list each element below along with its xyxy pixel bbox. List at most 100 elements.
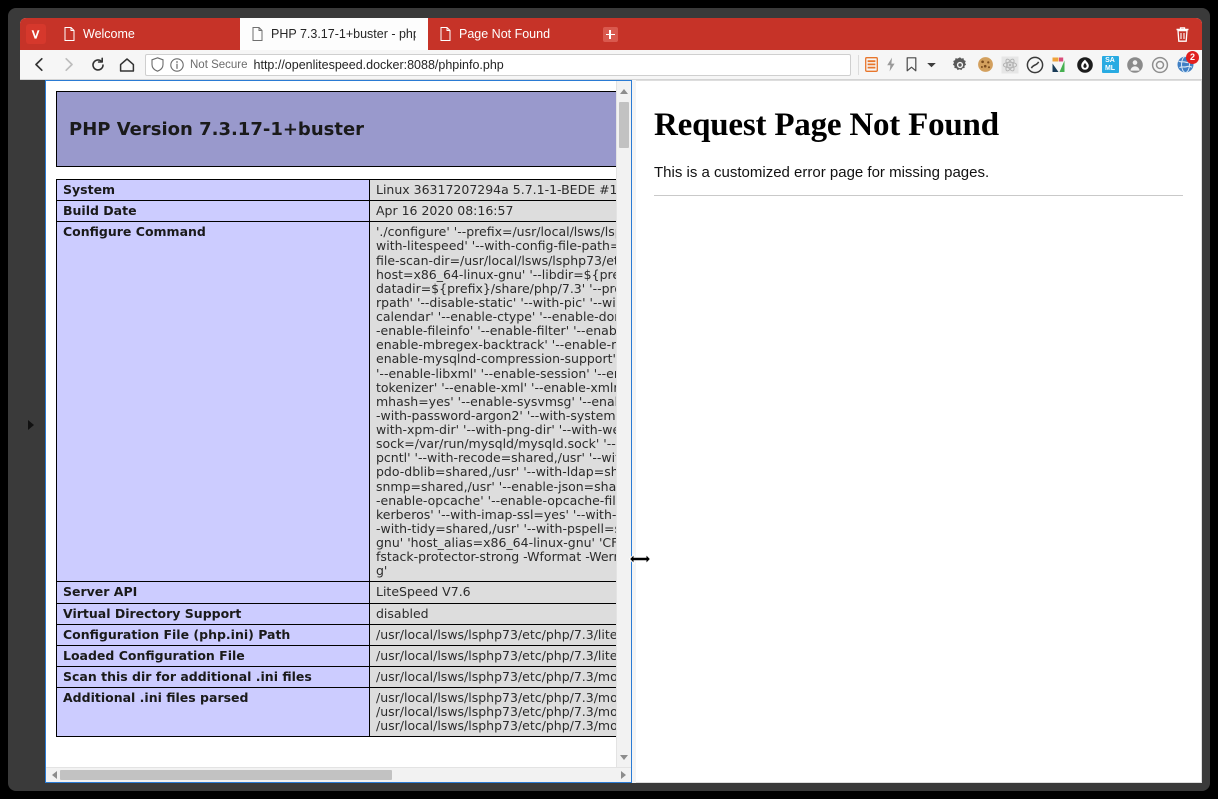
page-tile-error[interactable]: Request Page Not Found This is a customi… (636, 80, 1202, 783)
saml-icon: SA ML (1102, 56, 1119, 73)
configure-command-line: kerberos' '--with-imap-ssl=yes' '--with-… (376, 508, 616, 522)
info-circle-icon[interactable] (170, 58, 184, 72)
target-circle-icon (1151, 56, 1169, 74)
extension-circle-slash[interactable] (1024, 54, 1046, 76)
table-row-configure-command: Configure Command './configure' '--prefi… (57, 222, 617, 582)
configure-command-line: with-litespeed' '--with-config-file-path… (376, 239, 616, 253)
table-row: Server API LiteSpeed V7.6 (57, 582, 617, 603)
configure-command-line: pcntl' '--with-recode=shared,/usr' '--wi… (376, 451, 616, 465)
vertical-scrollbar-thumb[interactable] (619, 102, 629, 148)
row-key: System (57, 180, 370, 201)
tab-strip: Welcome PHP 7.3.17-1+buster - php Page N… (20, 18, 1202, 50)
error-body-text: This is a customized error page for miss… (654, 164, 1183, 181)
extension-target-circle[interactable] (1149, 54, 1171, 76)
reload-button[interactable] (84, 52, 111, 78)
row-value: /usr/local/lsws/lsphp73/etc/php/7.3/lite… (370, 645, 617, 666)
extension-badge-count: 2 (1186, 51, 1199, 64)
extension-saml[interactable]: SA ML (1099, 54, 1121, 76)
extension-react-devtools[interactable] (999, 54, 1021, 76)
url-bar[interactable]: Not Secure http://openlitespeed.docker:8… (145, 54, 851, 76)
home-button[interactable] (113, 52, 140, 78)
avatar-lock-icon (1126, 56, 1144, 74)
tab-title: PHP 7.3.17-1+buster - php (271, 27, 416, 41)
cookie-icon (977, 56, 994, 73)
table-row: Configuration File (php.ini) Path /usr/l… (57, 624, 617, 645)
reader-view-button[interactable] (862, 55, 880, 75)
page-icon (64, 27, 75, 41)
row-key: Configuration File (php.ini) Path (57, 624, 370, 645)
tab-page-not-found[interactable]: Page Not Found (428, 18, 593, 50)
tab-title: Welcome (83, 27, 135, 41)
page-icon (440, 27, 451, 41)
vertical-scrollbar[interactable] (616, 81, 631, 767)
reload-icon (90, 57, 106, 73)
additional-ini-line: /usr/local/lsws/lsphp73/etc/php/7.3/mod (376, 691, 616, 705)
browser-window: Welcome PHP 7.3.17-1+buster - php Page N… (20, 18, 1202, 783)
table-row-additional-ini: Additional .ini files parsed /usr/local/… (57, 688, 617, 737)
configure-command-line: enable-mbregex-backtrack' '--enable-mb (376, 338, 616, 352)
page-tile-phpinfo[interactable]: PHP Version 7.3.17-1+buster System Linux… (45, 80, 632, 783)
row-key: Additional .ini files parsed (57, 688, 370, 737)
horizontal-scrollbar[interactable] (46, 767, 631, 782)
back-button[interactable] (26, 52, 53, 78)
row-key: Loaded Configuration File (57, 645, 370, 666)
row-key: Virtual Directory Support (57, 603, 370, 624)
tab-welcome[interactable]: Welcome (52, 18, 240, 50)
extension-flame[interactable] (1074, 54, 1096, 76)
php-version-banner: PHP Version 7.3.17-1+buster (56, 91, 616, 167)
configure-command-line: snmp=shared,/usr' '--enable-json=share (376, 480, 616, 494)
content-area: PHP Version 7.3.17-1+buster System Linux… (20, 80, 1202, 783)
url-action-group (858, 55, 940, 75)
configure-command-line: '--enable-libxml' '--enable-session' '--… (376, 367, 616, 381)
additional-ini-line: /usr/local/lsws/lsphp73/etc/php/7.3/mod (376, 705, 616, 719)
row-value: /usr/local/lsws/lsphp73/etc/php/7.3/lite… (370, 624, 617, 645)
tiled-pages-container: PHP Version 7.3.17-1+buster System Linux… (45, 80, 1202, 783)
table-row: Virtual Directory Support disabled (57, 603, 617, 624)
circle-slash-icon (1026, 56, 1044, 74)
vivaldi-v-glyph (30, 28, 43, 41)
url-text[interactable]: http://openlitespeed.docker:8088/phpinfo… (254, 58, 845, 72)
table-row: Build Date Apr 16 2020 08:16:57 (57, 201, 617, 222)
scroll-down-button[interactable] (617, 749, 631, 765)
back-arrow-icon (32, 57, 47, 72)
new-tab-button[interactable] (593, 18, 627, 50)
react-atom-icon (1001, 56, 1019, 74)
configure-command-line: tokenizer' '--enable-xml' '--enable-xmlr… (376, 381, 616, 395)
configure-command-lines: './configure' '--prefix=/usr/local/lsws/… (376, 225, 616, 578)
table-row: Loaded Configuration File /usr/local/lsw… (57, 645, 617, 666)
side-panel-strip (20, 80, 45, 783)
scroll-right-button[interactable] (615, 768, 631, 782)
tab-phpinfo[interactable]: PHP 7.3.17-1+buster - php (240, 18, 428, 50)
home-icon (119, 57, 135, 73)
lightning-icon (886, 57, 896, 72)
desktop-background: Welcome PHP 7.3.17-1+buster - php Page N… (0, 0, 1218, 799)
additional-ini-lines: /usr/local/lsws/lsphp73/etc/php/7.3/mod/… (376, 691, 616, 733)
row-value: LiteSpeed V7.6 (370, 582, 617, 603)
bookmark-button[interactable] (902, 55, 920, 75)
vivaldi-logo-icon[interactable] (20, 18, 52, 50)
horizontal-scrollbar-thumb[interactable] (60, 770, 392, 780)
forward-button[interactable] (55, 52, 82, 78)
configure-command-line: g' (376, 564, 616, 578)
extension-chart-colors[interactable] (1049, 54, 1071, 76)
row-key: Scan this dir for additional .ini files (57, 666, 370, 687)
error-heading: Request Page Not Found (654, 107, 1183, 144)
plus-icon (603, 27, 618, 42)
quick-command-button[interactable] (882, 55, 900, 75)
configure-command-line: file-scan-dir=/usr/local/lsws/lsphp73/et… (376, 254, 616, 268)
phpinfo-document: PHP Version 7.3.17-1+buster System Linux… (46, 81, 616, 767)
extension-globe[interactable]: 2 (1174, 54, 1196, 76)
configure-command-line: gnu' 'host_alias=x86_64-linux-gnu' 'CFL (376, 536, 616, 550)
configure-command-line: -with-tidy=shared,/usr' '--with-pspell=s… (376, 522, 616, 536)
url-dropdown-button[interactable] (922, 55, 940, 75)
panel-expand-arrow-icon[interactable] (28, 420, 34, 430)
extension-cookie[interactable] (974, 54, 996, 76)
configure-command-line: rpath' '--disable-static' '--with-pic' '… (376, 296, 616, 310)
configure-command-line: pdo-dblib=shared,/usr' '--with-ldap=sha (376, 465, 616, 479)
extension-gear-bug[interactable] (949, 54, 971, 76)
row-value-additional-ini: /usr/local/lsws/lsphp73/etc/php/7.3/mod/… (370, 688, 617, 737)
shield-icon (151, 57, 164, 72)
extension-avatar-lock[interactable] (1124, 54, 1146, 76)
scroll-up-button[interactable] (617, 83, 631, 99)
trash-button[interactable] (1168, 18, 1196, 50)
